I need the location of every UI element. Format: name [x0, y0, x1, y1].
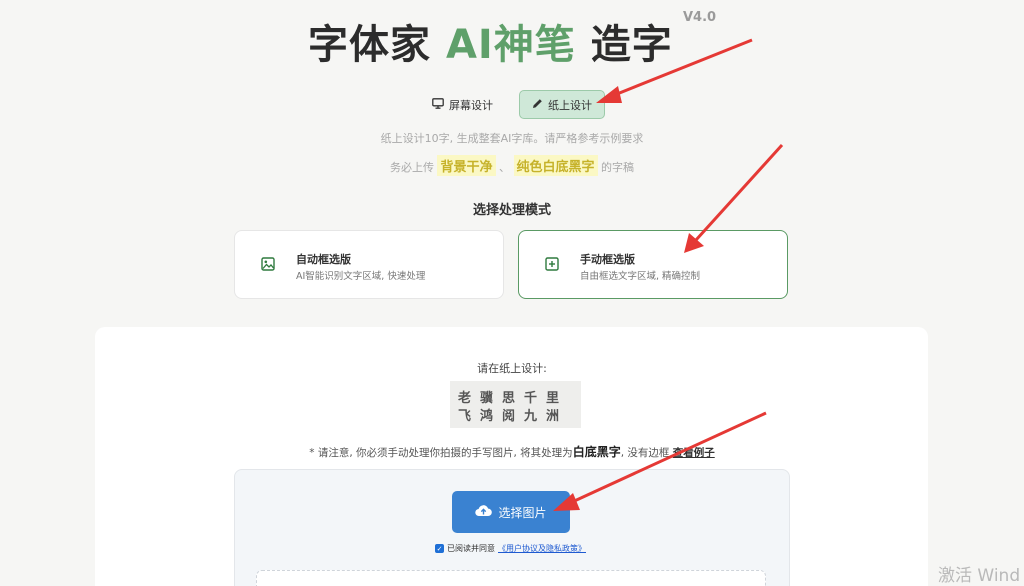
hint-separator: 、	[499, 161, 510, 174]
choose-image-button[interactable]: 选择图片	[452, 491, 570, 533]
activation-watermark: 激活 Wind	[938, 566, 1021, 586]
image-dropzone[interactable]	[256, 570, 766, 586]
manual-select-mode-card[interactable]: 手动框选版 自由框选文字区域, 精确控制	[518, 230, 788, 299]
paper-design-hint: 纸上设计10字, 生成整套AI字库。请严格参考示例要求	[380, 132, 644, 145]
highlight-black-on-white: 纯色白底黑字	[513, 155, 598, 176]
version-label: V4.0	[683, 10, 717, 25]
upload-requirement-hint: 务必上传 背景干净 、 纯色白底黑字 的字稿	[0, 155, 1024, 176]
auto-select-mode-card[interactable]: 自动框选版 AI智能识别文字区域, 快速处理	[234, 230, 504, 299]
highlight-clean-background: 背景干净	[437, 155, 496, 176]
agreement-checkbox[interactable]: ✓	[435, 544, 444, 553]
plus-square-icon	[545, 256, 559, 275]
tab-paper-design-label: 纸上设计	[548, 98, 592, 112]
notice-middle: , 没有边框	[620, 447, 670, 459]
manual-mode-subtitle: 自由框选文字区域, 精确控制	[580, 271, 701, 282]
header: 字体家 AI神笔 造字 V4.0	[0, 0, 1024, 80]
choose-image-label: 选择图片	[498, 505, 547, 520]
notice-emphasis: 白底黑字	[572, 445, 621, 459]
tab-paper-design[interactable]: 纸上设计	[519, 90, 605, 119]
agreement-row: ✓ 已阅读并同意 《用户协议及隐私政策》	[435, 543, 586, 554]
sample-row-1: 老骥思千里	[458, 391, 569, 406]
design-instruction-label: 请在纸上设计:	[477, 362, 547, 375]
view-example-link[interactable]: 查看例子	[673, 447, 715, 459]
cloud-upload-icon	[475, 504, 493, 520]
tab-screen-design[interactable]: 屏幕设计	[420, 90, 505, 119]
pencil-icon	[532, 98, 543, 112]
monitor-icon	[432, 97, 444, 112]
sample-row-2: 飞鸿阅九洲	[458, 409, 569, 424]
agreement-text: 已阅读并同意	[447, 544, 495, 553]
auto-mode-subtitle: AI智能识别文字区域, 快速处理	[296, 271, 426, 282]
image-icon	[261, 256, 275, 275]
title-ai-part: AI神笔	[445, 22, 576, 68]
tab-screen-design-label: 屏幕设计	[449, 98, 493, 112]
hint-prefix: 务必上传	[389, 161, 434, 174]
processing-mode-heading: 选择处理模式	[472, 203, 551, 218]
design-mode-tabs: 屏幕设计 纸上设计	[0, 90, 1024, 120]
title-part-2: 造字	[575, 22, 673, 68]
sample-characters: 老骥思千里 飞鸿阅九洲	[450, 381, 581, 428]
notice-prefix: * 请注意, 你必须手动处理你拍摄的手写图片, 将其处理为	[309, 447, 573, 459]
auto-mode-title: 自动框选版	[296, 253, 351, 266]
title-part-1: 字体家	[308, 22, 446, 68]
processing-notice: * 请注意, 你必须手动处理你拍摄的手写图片, 将其处理为白底黑字, 没有边框 …	[0, 443, 1024, 460]
user-agreement-link[interactable]: 《用户协议及隐私政策》	[498, 543, 586, 554]
manual-mode-title: 手动框选版	[580, 253, 635, 266]
page-title: 字体家 AI神笔 造字	[308, 12, 673, 70]
hint-suffix: 的字稿	[601, 161, 635, 174]
